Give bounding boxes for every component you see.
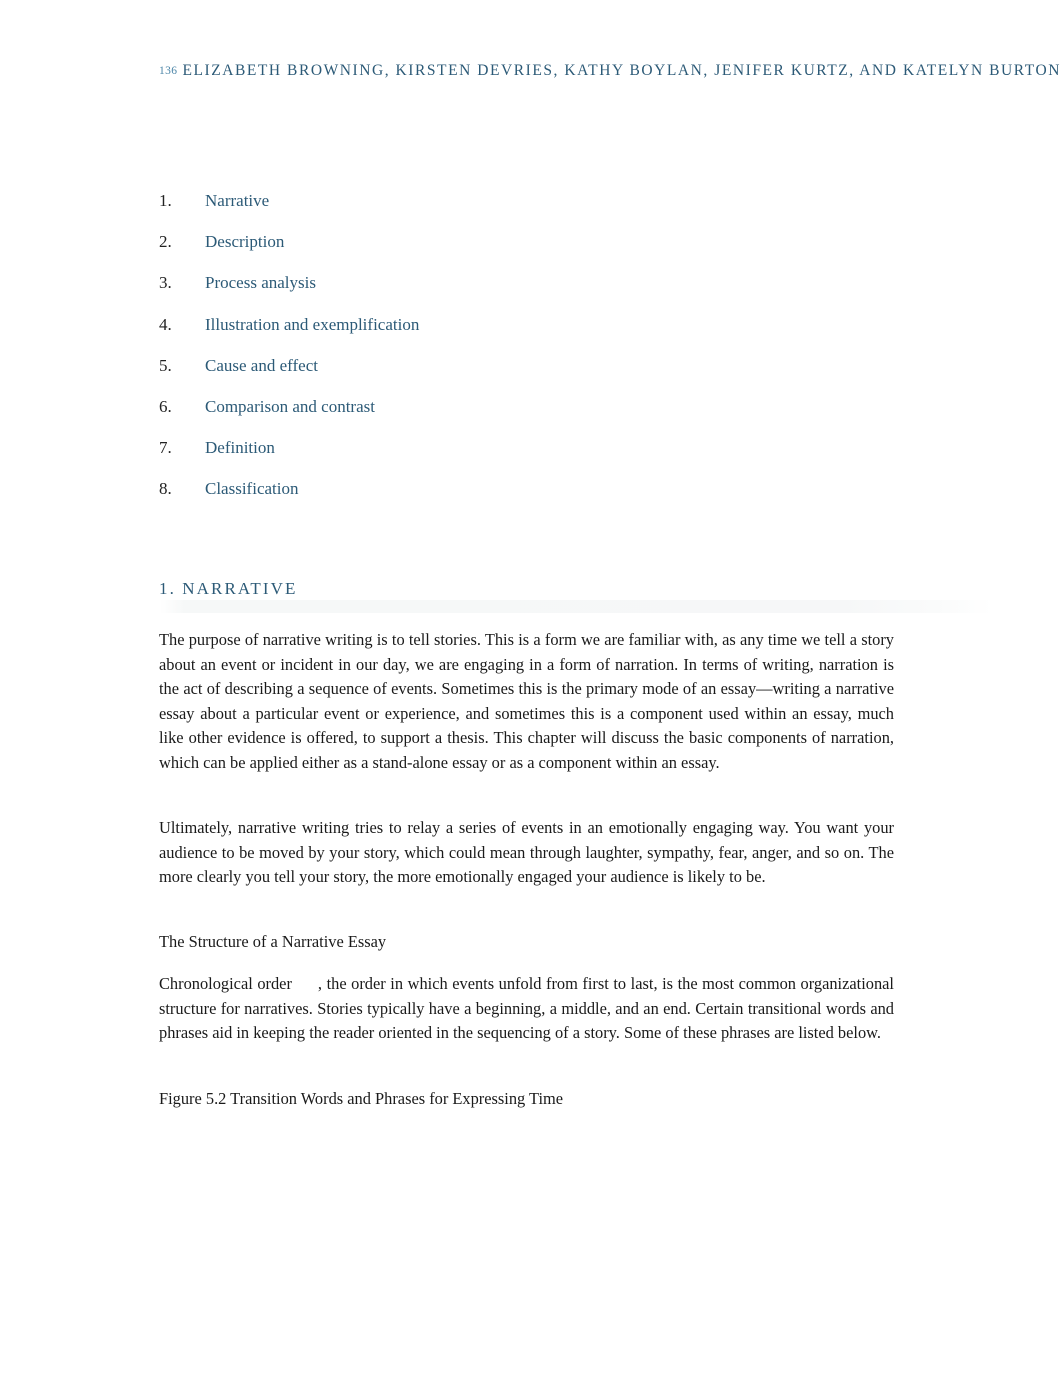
list-item: 5. Cause and effect [159, 354, 894, 395]
list-item: 7. Definition [159, 436, 894, 477]
paragraph-block: Chronological order, the order in which … [159, 972, 894, 1046]
list-item-number: 2. [159, 232, 172, 252]
list-item: 1. Narrative [159, 189, 894, 230]
list-item: 8. Classification [159, 477, 894, 518]
list-item: 6. Comparison and contrast [159, 395, 894, 436]
list-item-number: 6. [159, 396, 172, 416]
page-number: 136 [159, 65, 178, 77]
list-item-link[interactable]: Illustration and exemplification [205, 313, 419, 337]
list-item-number: 5. [159, 355, 172, 375]
running-header: 136 ELIZABETH BROWNING, KIRSTEN DEVRIES, … [159, 60, 1059, 82]
list-item-link[interactable]: Description [205, 230, 284, 254]
body-paragraph: The purpose of narrative writing is to t… [159, 630, 894, 772]
glossary-term[interactable]: Chronological order [159, 974, 292, 993]
list-item-link[interactable]: Comparison and contrast [205, 395, 375, 419]
body-paragraph: Chronological order, the order in which … [159, 972, 894, 1046]
rhetorical-modes-list: 1. Narrative 2. Description 3. Process a… [159, 189, 894, 519]
paragraph-block: The purpose of narrative writing is to t… [159, 628, 894, 775]
list-item-number: 8. [159, 479, 172, 499]
section-heading: 1. NARRATIVE [159, 579, 298, 598]
header-authors: ELIZABETH BROWNING, KIRSTEN DEVRIES, KAT… [182, 62, 1061, 79]
figure-caption-block: Figure 5.2 Transition Words and Phrases … [159, 1087, 894, 1112]
list-item: 2. Description [159, 230, 894, 271]
list-item-link[interactable]: Cause and effect [205, 354, 318, 378]
subheading-text: The Structure of a Narrative Essay [159, 932, 387, 951]
list-item-link[interactable]: Process analysis [205, 271, 316, 295]
list-item-number: 7. [159, 438, 172, 458]
list-item-number: 3. [159, 273, 172, 293]
list-item-link[interactable]: Classification [205, 477, 298, 501]
heading-divider [160, 600, 993, 613]
document-page: 136 ELIZABETH BROWNING, KIRSTEN DEVRIES, … [0, 0, 1062, 1376]
list-item-number: 1. [159, 191, 172, 210]
list-item-link[interactable]: Narrative [205, 189, 269, 213]
list-item-link[interactable]: Definition [205, 436, 275, 460]
body-paragraph: Ultimately, narrative writing tries to r… [159, 818, 894, 886]
list-item: 3. Process analysis [159, 271, 894, 312]
paragraph-block: Ultimately, narrative writing tries to r… [159, 816, 894, 890]
list-item-number: 4. [159, 314, 172, 334]
subheading-block: The Structure of a Narrative Essay [159, 930, 894, 955]
figure-caption: Figure 5.2 Transition Words and Phrases … [159, 1089, 564, 1108]
list-item: 4. Illustration and exemplification [159, 313, 894, 354]
